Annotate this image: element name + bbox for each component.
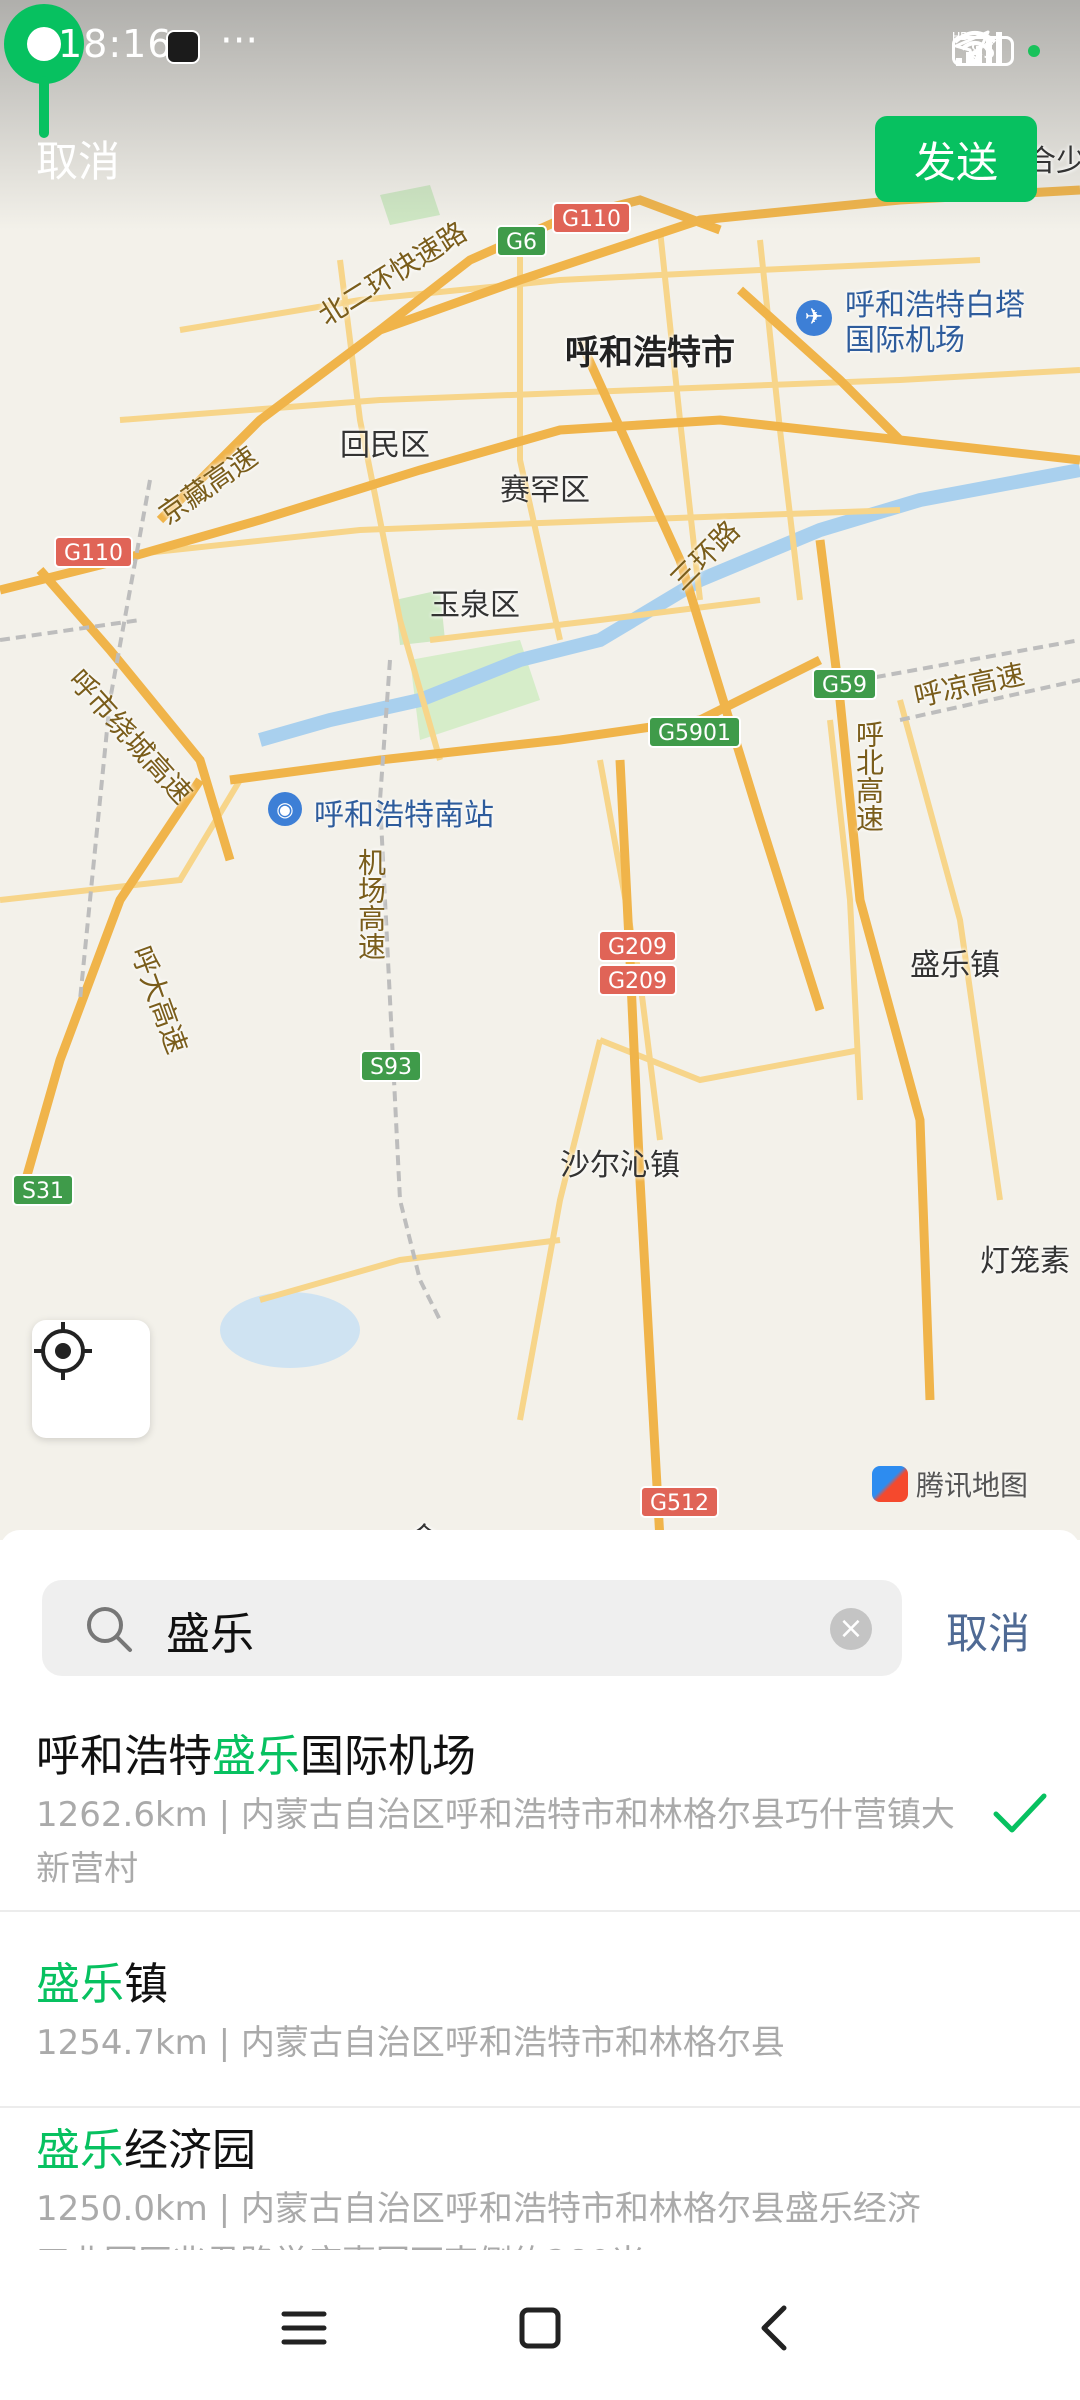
battery-icon: 85: [952, 36, 1014, 66]
train-station-icon: ◉: [268, 792, 302, 826]
result-detail: 1262.6km | 内蒙古自治区呼和浩特市和林格尔县巧什营镇大新营村: [36, 1795, 955, 1889]
shield-g209-b: G209: [598, 964, 678, 996]
result-item[interactable]: 盛乐经济园 1250.0km | 内蒙古自治区呼和浩特市和林格尔县盛乐经济工业园…: [0, 2114, 1080, 2254]
map-label-airport-2: 国际机场: [845, 323, 965, 358]
map-provider-logo: 腾讯地图: [872, 1464, 1028, 1504]
back-icon[interactable]: [746, 2298, 806, 2358]
result-divider: [0, 1910, 1080, 1912]
shield-g59: G59: [812, 668, 878, 700]
cancel-button[interactable]: 取消: [36, 128, 120, 189]
result-detail: 1250.0km | 内蒙古自治区呼和浩特市和林格尔县盛乐经济工业园区兆君路学府…: [36, 2189, 921, 2254]
menu-icon[interactable]: [274, 2298, 334, 2358]
map-label-huimin: 回民区: [340, 428, 430, 463]
shield-g110-b: G110: [54, 536, 134, 568]
home-icon[interactable]: [510, 2298, 570, 2358]
locate-icon: [34, 1322, 92, 1380]
map-label-denglong: 灯笼素: [980, 1244, 1070, 1279]
privacy-indicator-dot: [1028, 45, 1040, 57]
map-label-yuquan: 玉泉区: [430, 588, 520, 623]
road-label-airport-exp: 机场高速: [354, 848, 387, 960]
search-icon: [87, 1607, 132, 1652]
result-item[interactable]: 呼和浩特盛乐国际机场 1262.6km | 内蒙古自治区呼和浩特市和林格尔县巧什…: [0, 1720, 1080, 1908]
map-label-south-station: 呼和浩特南站: [314, 798, 494, 833]
result-item[interactable]: 盛乐镇 1254.7km | 内蒙古自治区呼和浩特市和林格尔县: [0, 1948, 1080, 2092]
map-view[interactable]: 呼和浩特市 回民区 赛罕区 玉泉区 呼和浩特白塔 国际机场 呼和浩特南站 盛乐镇…: [0, 0, 1080, 1540]
search-bar[interactable]: 盛乐 ×: [42, 1580, 902, 1676]
battery-level: 85: [970, 39, 996, 63]
airport-icon: ✈: [796, 300, 832, 336]
map-label-shaerqin: 沙尔沁镇: [560, 1148, 680, 1183]
map-label-hohhot: 呼和浩特市: [565, 333, 735, 373]
shield-s31: S31: [12, 1174, 74, 1206]
shield-g5901: G5901: [648, 716, 742, 748]
map-provider-label: 腾讯地图: [916, 1469, 1029, 1502]
shield-g110-a: G110: [552, 202, 632, 234]
shield-g6: G6: [496, 225, 548, 257]
road-label-hu-bei: 呼北高速: [852, 720, 885, 832]
search-input[interactable]: 盛乐: [166, 1598, 254, 1662]
status-time: 18:16: [58, 22, 173, 66]
send-button[interactable]: 发送: [875, 116, 1037, 202]
status-bar: 18:16 ··· HD HD 85: [0, 0, 1080, 100]
system-nav-bar: [0, 2250, 1080, 2400]
result-detail: 1254.7km | 内蒙古自治区呼和浩特市和林格尔县: [36, 2023, 785, 2063]
locate-button[interactable]: [32, 1320, 150, 1438]
shield-g209-a: G209: [598, 930, 678, 962]
shield-s93: S93: [360, 1050, 422, 1082]
check-icon: [993, 1793, 1047, 1833]
shield-g512: G512: [640, 1486, 720, 1518]
result-title: 盛乐镇: [36, 1959, 168, 2010]
result-divider: [0, 2106, 1080, 2108]
map-label-saihan: 赛罕区: [500, 473, 590, 508]
map-label-shengle: 盛乐镇: [910, 948, 1000, 983]
result-title: 呼和浩特盛乐国际机场: [36, 1731, 476, 1782]
clear-icon[interactable]: ×: [830, 1608, 872, 1650]
tencent-map-icon: [872, 1466, 908, 1502]
app-notification-icon: [166, 30, 200, 64]
result-title: 盛乐经济园: [36, 2125, 256, 2176]
search-cancel-button[interactable]: 取消: [946, 1600, 1030, 1661]
more-notifications-icon: ···: [220, 18, 259, 64]
